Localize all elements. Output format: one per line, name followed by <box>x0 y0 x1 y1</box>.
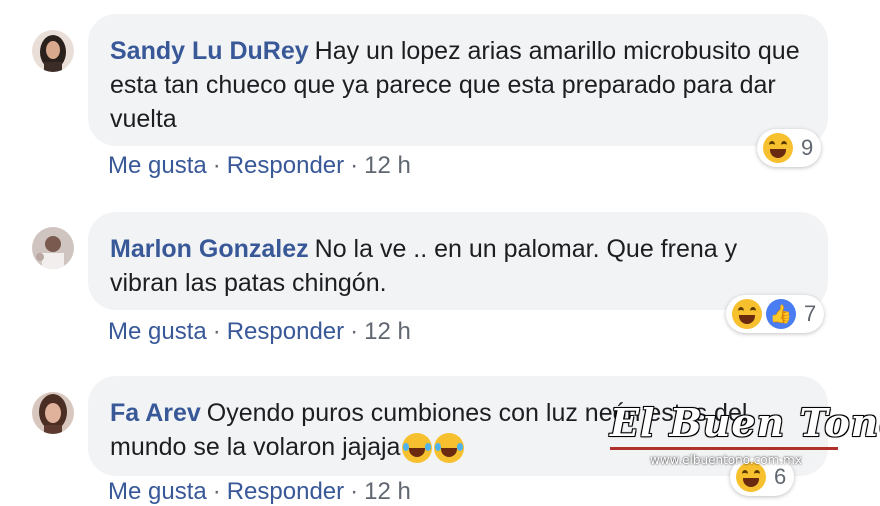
reply-link[interactable]: Responder <box>227 152 344 179</box>
reaction-count: 6 <box>774 464 787 489</box>
watermark-url: www.elbuentono.com.mx <box>650 453 802 467</box>
reaction-summary[interactable]: 9 <box>757 129 822 167</box>
watermark-title: El Buen Tono <box>610 400 880 445</box>
comment-bubble: Marlon Gonzalez No la ve .. en un palomar… <box>88 212 828 310</box>
laugh-icon <box>763 133 793 163</box>
separator: · <box>350 478 359 505</box>
avatar[interactable] <box>32 30 74 72</box>
comment-author[interactable]: Fa Arev <box>110 399 201 427</box>
comment-author[interactable]: Sandy Lu DuRey <box>110 37 309 65</box>
publisher-watermark: El Buen Tono www.elbuentono.com.mx <box>610 400 880 467</box>
like-link[interactable]: Me gusta <box>108 478 207 505</box>
comment-actions: Me gusta · Responder · 12 h <box>108 152 411 180</box>
separator: · <box>212 152 221 179</box>
separator: · <box>350 152 359 179</box>
reaction-count: 9 <box>801 135 814 160</box>
reply-link[interactable]: Responder <box>227 478 344 505</box>
comment-actions: Me gusta · Responder · 12 h <box>108 318 411 346</box>
separator: · <box>212 318 221 345</box>
separator: · <box>350 318 359 345</box>
like-icon: 👍 <box>766 299 796 329</box>
like-link[interactable]: Me gusta <box>108 318 207 345</box>
comment-bubble: Sandy Lu DuRey Hay un lopez arias amarill… <box>88 14 828 146</box>
avatar[interactable] <box>32 227 74 269</box>
laugh-icon <box>732 299 762 329</box>
separator: · <box>212 478 221 505</box>
timestamp[interactable]: 12 h <box>364 318 411 345</box>
timestamp[interactable]: 12 h <box>364 152 411 179</box>
like-link[interactable]: Me gusta <box>108 152 207 179</box>
comment-actions: Me gusta · Responder · 12 h <box>108 478 411 506</box>
timestamp[interactable]: 12 h <box>364 478 411 505</box>
reaction-count: 7 <box>804 301 817 326</box>
avatar[interactable] <box>32 392 74 434</box>
tears-of-joy-emoji <box>434 433 465 464</box>
reply-link[interactable]: Responder <box>227 318 344 345</box>
tears-of-joy-emoji <box>402 433 433 464</box>
watermark-underline <box>610 447 838 450</box>
comment-author[interactable]: Marlon Gonzalez <box>110 235 309 263</box>
reaction-summary[interactable]: 👍 7 <box>726 295 825 333</box>
